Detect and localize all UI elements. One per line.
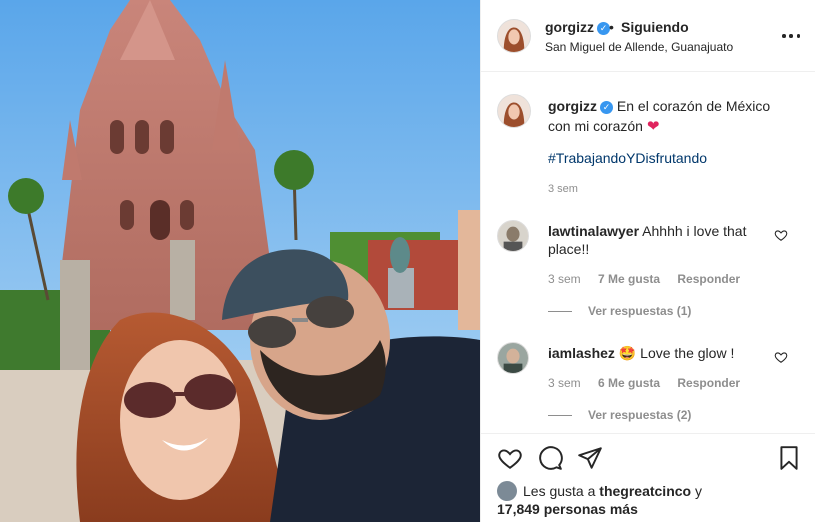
- view-replies-button[interactable]: Ver respuestas (2): [548, 408, 691, 422]
- likes-prefix: Les gusta a: [523, 483, 596, 499]
- hashtag-link[interactable]: #TrabajandoYDisfrutando: [548, 150, 707, 166]
- comment-timestamp[interactable]: 3 sem: [548, 376, 581, 390]
- author-username-text[interactable]: gorgizz: [545, 19, 594, 35]
- reply-button[interactable]: Responder: [677, 376, 740, 390]
- comment-body: Love the glow !: [640, 345, 735, 361]
- more-dot: [796, 34, 800, 38]
- comment-username[interactable]: lawtinalawyer: [548, 223, 639, 239]
- likes-conjunction: y: [694, 483, 702, 499]
- post-photo[interactable]: [0, 0, 480, 522]
- comment-text: iamlashez 🤩 Love the glow !: [548, 344, 768, 362]
- view-replies-label[interactable]: Ver respuestas (2): [588, 408, 691, 422]
- commenter-avatar[interactable]: [497, 342, 529, 374]
- comment-meta: 3 sem 6 Me gusta Responder: [548, 376, 754, 390]
- likes-others-count[interactable]: 17,849 personas más: [497, 501, 638, 517]
- author-username[interactable]: gorgizz ✓: [545, 19, 610, 35]
- likes-summary[interactable]: Les gusta a thegreatcinco y: [497, 481, 797, 501]
- view-replies-label[interactable]: Ver respuestas (1): [588, 304, 691, 318]
- caption-text: gorgizz ✓ En el corazón de México con mi …: [548, 96, 788, 137]
- caption-username[interactable]: gorgizz: [548, 98, 597, 114]
- avatar-image: [498, 95, 530, 127]
- bookmark-icon[interactable]: [776, 445, 802, 471]
- avatar-image: [498, 20, 530, 52]
- caption-avatar[interactable]: [497, 94, 531, 128]
- comment-bubble-icon[interactable]: [537, 445, 563, 471]
- comment-heart-icon[interactable]: [774, 228, 788, 242]
- replies-line: [548, 310, 572, 312]
- comment-heart-icon[interactable]: [774, 350, 788, 364]
- following-button[interactable]: Siguiendo: [621, 19, 689, 35]
- more-dot: [782, 34, 786, 38]
- verified-badge-icon: ✓: [600, 101, 613, 114]
- caption-timestamp[interactable]: 3 sem: [548, 183, 578, 195]
- post-actions: Les gusta a thegreatcinco y 17,849 perso…: [481, 433, 815, 522]
- avatar-image: [498, 221, 528, 251]
- liker-avatar: [497, 481, 517, 501]
- heart-icon[interactable]: [497, 445, 523, 471]
- paper-plane-icon[interactable]: [577, 445, 603, 471]
- more-dot: [789, 34, 793, 38]
- location-link[interactable]: San Miguel de Allende, Guanajuato: [545, 40, 733, 54]
- reply-button[interactable]: Responder: [677, 272, 740, 286]
- post-photo-illustration: [0, 0, 480, 522]
- comments-list[interactable]: gorgizz ✓ En el corazón de México con mi …: [481, 73, 815, 433]
- post-panel: gorgizz ✓ • Siguiendo San Miguel de Allen…: [480, 0, 815, 522]
- comment-text: lawtinalawyer Ahhhh i love that place!!: [548, 222, 768, 258]
- more-options-icon[interactable]: [782, 28, 800, 44]
- red-heart-icon: ❤: [646, 118, 660, 135]
- author-avatar[interactable]: [497, 19, 531, 53]
- view-replies-button[interactable]: Ver respuestas (1): [548, 304, 691, 318]
- comment-likes-count[interactable]: 7 Me gusta: [598, 272, 660, 286]
- commenter-avatar[interactable]: [497, 220, 529, 252]
- post-header: gorgizz ✓ • Siguiendo San Miguel de Allen…: [481, 0, 815, 72]
- replies-line: [548, 414, 572, 416]
- liker-username[interactable]: thegreatcinco: [599, 483, 691, 499]
- comment-timestamp[interactable]: 3 sem: [548, 272, 581, 286]
- comment-meta: 3 sem 7 Me gusta Responder: [548, 272, 754, 286]
- avatar-image: [498, 343, 528, 373]
- likes-others[interactable]: 17,849 personas más: [497, 501, 638, 517]
- star-struck-emoji-icon: 🤩: [618, 345, 637, 361]
- comment-username[interactable]: iamlashez: [548, 345, 615, 361]
- comment-likes-count[interactable]: 6 Me gusta: [598, 376, 660, 390]
- header-separator: •: [609, 19, 614, 35]
